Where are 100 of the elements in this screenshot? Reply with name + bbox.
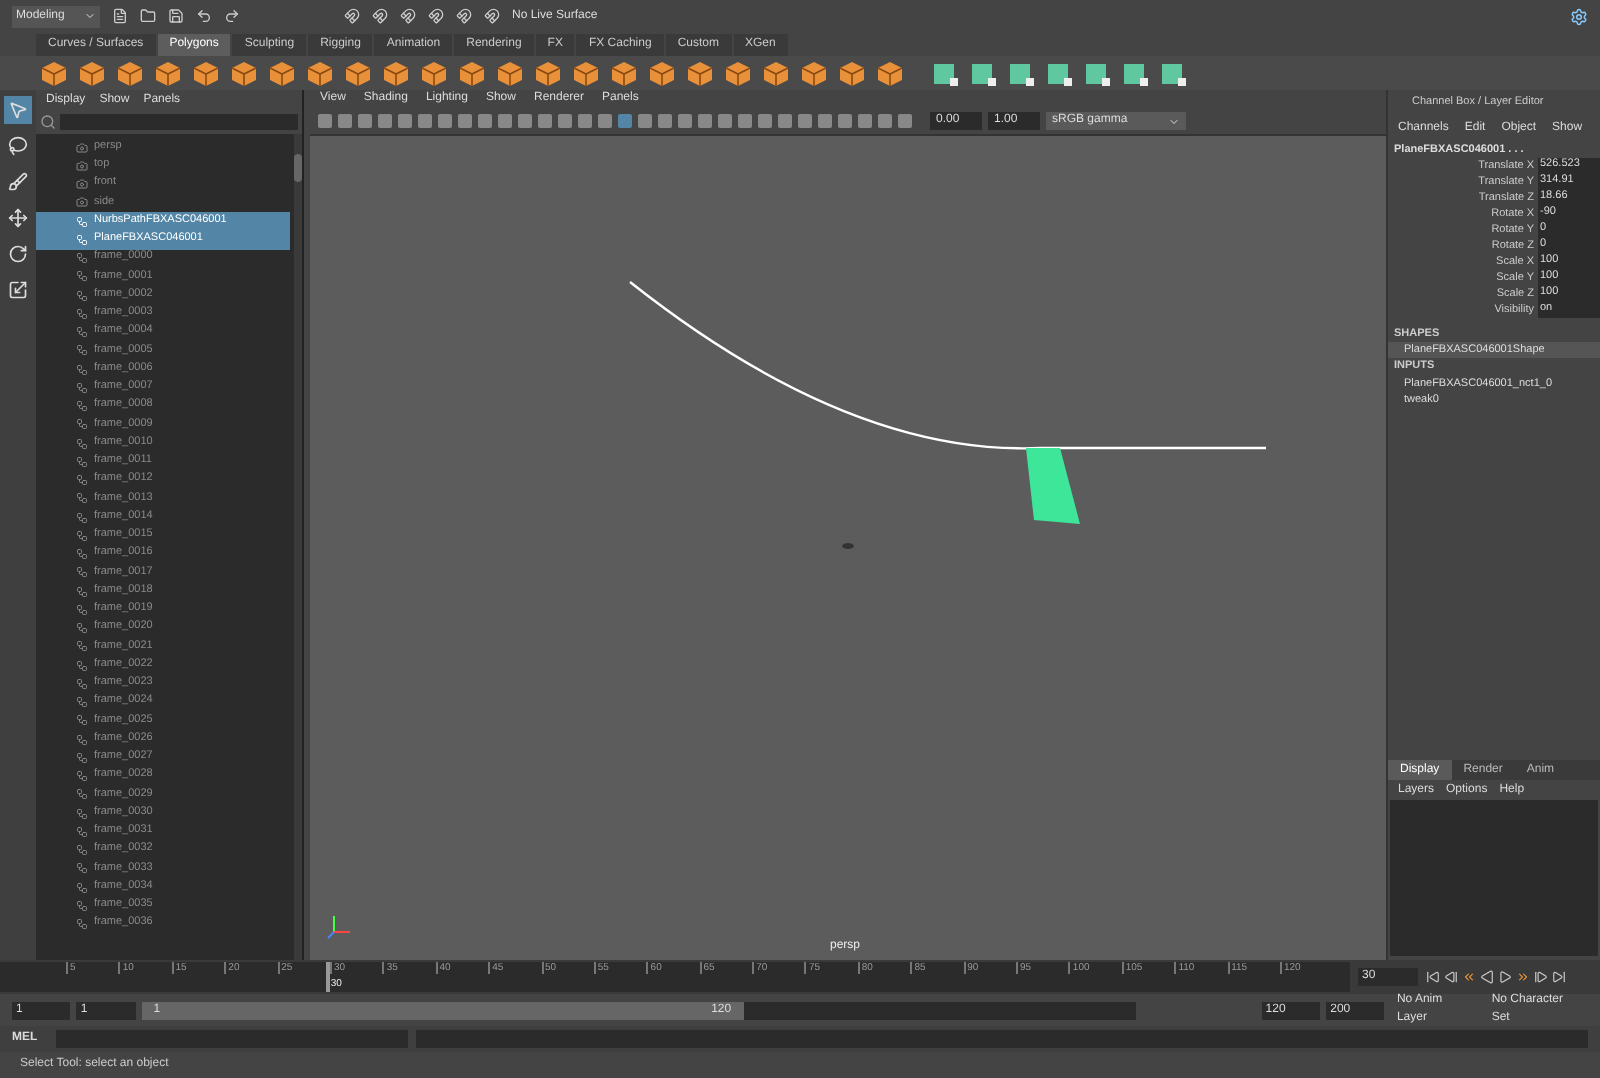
snap-icon[interactable] — [400, 8, 416, 24]
cube-icon[interactable] — [762, 59, 790, 87]
transform-icon — [76, 344, 88, 357]
go-to-end-icon[interactable] — [1552, 970, 1566, 984]
search-icon — [40, 114, 56, 130]
save-icon[interactable] — [168, 8, 184, 24]
previous-key-icon[interactable] — [1462, 970, 1476, 984]
transform-icon — [76, 437, 88, 450]
cube-icon[interactable] — [420, 59, 448, 87]
cube-icon[interactable] — [534, 59, 562, 87]
caret-icon — [1168, 115, 1180, 127]
transform-icon — [76, 233, 88, 246]
transform-icon — [76, 640, 88, 653]
cube-icon[interactable] — [268, 59, 296, 87]
paint-tool-icon[interactable] — [4, 168, 32, 196]
undo-icon[interactable] — [196, 8, 212, 24]
cube-icon[interactable] — [230, 59, 258, 87]
caret-icon — [84, 10, 96, 22]
transform-icon — [76, 215, 88, 228]
cube-icon[interactable] — [686, 59, 714, 87]
camera-icon — [76, 159, 88, 172]
uv-square-icon[interactable] — [1122, 59, 1150, 87]
transform-icon — [76, 622, 88, 635]
cube-icon[interactable] — [78, 59, 106, 87]
play-icon[interactable] — [1498, 970, 1512, 984]
cube-icon[interactable] — [40, 59, 68, 87]
transform-icon — [76, 825, 88, 838]
lasso-tool-icon[interactable] — [4, 132, 32, 160]
cube-icon[interactable] — [116, 59, 144, 87]
uv-square-icon[interactable] — [932, 59, 960, 87]
uv-square-icon[interactable] — [970, 59, 998, 87]
cube-icon[interactable] — [192, 59, 220, 87]
snap-icon[interactable] — [344, 8, 360, 24]
transform-icon — [76, 733, 88, 746]
transform-icon — [76, 492, 88, 505]
transform-icon — [76, 418, 88, 431]
next-key-icon[interactable] — [1516, 970, 1530, 984]
cube-icon[interactable] — [154, 59, 182, 87]
transform-icon — [76, 807, 88, 820]
file-icon[interactable] — [112, 8, 128, 24]
transform-icon — [76, 714, 88, 727]
transform-icon — [76, 696, 88, 709]
search-field[interactable] — [60, 114, 298, 130]
redo-icon[interactable] — [224, 8, 240, 24]
snap-icon[interactable] — [428, 8, 444, 24]
cube-icon[interactable] — [572, 59, 600, 87]
move-tool-icon[interactable] — [4, 204, 32, 232]
play-backward-icon[interactable] — [1480, 970, 1494, 984]
snap-icon[interactable] — [456, 8, 472, 24]
transform-icon — [76, 548, 88, 561]
cube-icon[interactable] — [838, 59, 866, 87]
cube-icon[interactable] — [344, 59, 372, 87]
transform-icon — [76, 751, 88, 764]
transform-icon — [76, 770, 88, 783]
camera-icon — [76, 141, 88, 154]
transform-icon — [76, 474, 88, 487]
transform-icon — [76, 252, 88, 265]
transform-icon — [76, 455, 88, 468]
uv-square-icon[interactable] — [1084, 59, 1112, 87]
snap-icon[interactable] — [372, 8, 388, 24]
transform-icon — [76, 659, 88, 672]
uv-square-icon[interactable] — [1046, 59, 1074, 87]
cube-icon[interactable] — [306, 59, 334, 87]
transform-icon — [76, 862, 88, 875]
folder-icon[interactable] — [140, 8, 156, 24]
pivot-icon — [842, 543, 854, 549]
uv-square-icon[interactable] — [1008, 59, 1036, 87]
axis-icon — [327, 915, 351, 939]
snap-icon[interactable] — [484, 8, 500, 24]
transform-icon — [76, 603, 88, 616]
scale-tool-icon[interactable] — [4, 276, 32, 304]
transform-icon — [76, 585, 88, 598]
transform-icon — [76, 788, 88, 801]
cube-icon[interactable] — [648, 59, 676, 87]
transform-icon — [76, 270, 88, 283]
transform-icon — [76, 677, 88, 690]
transform-icon — [76, 899, 88, 912]
cube-icon[interactable] — [800, 59, 828, 87]
go-to-start-icon[interactable] — [1426, 970, 1440, 984]
camera-icon — [76, 178, 88, 191]
transform-icon — [76, 363, 88, 376]
cube-icon[interactable] — [382, 59, 410, 87]
transform-icon — [76, 529, 88, 542]
uv-square-icon[interactable] — [1160, 59, 1188, 87]
transform-icon — [76, 566, 88, 579]
transform-icon — [76, 511, 88, 524]
cube-icon[interactable] — [876, 59, 904, 87]
cube-icon[interactable] — [610, 59, 638, 87]
cube-icon[interactable] — [724, 59, 752, 87]
transform-icon — [76, 326, 88, 339]
cube-icon[interactable] — [496, 59, 524, 87]
step-back-icon[interactable] — [1444, 970, 1458, 984]
cube-icon[interactable] — [458, 59, 486, 87]
camera-icon — [76, 196, 88, 209]
transform-icon — [76, 381, 88, 394]
rotate-tool-icon[interactable] — [4, 240, 32, 268]
transform-icon — [76, 307, 88, 320]
step-forward-icon[interactable] — [1534, 970, 1548, 984]
settings-icon[interactable] — [1570, 7, 1588, 25]
transform-icon — [76, 289, 88, 302]
